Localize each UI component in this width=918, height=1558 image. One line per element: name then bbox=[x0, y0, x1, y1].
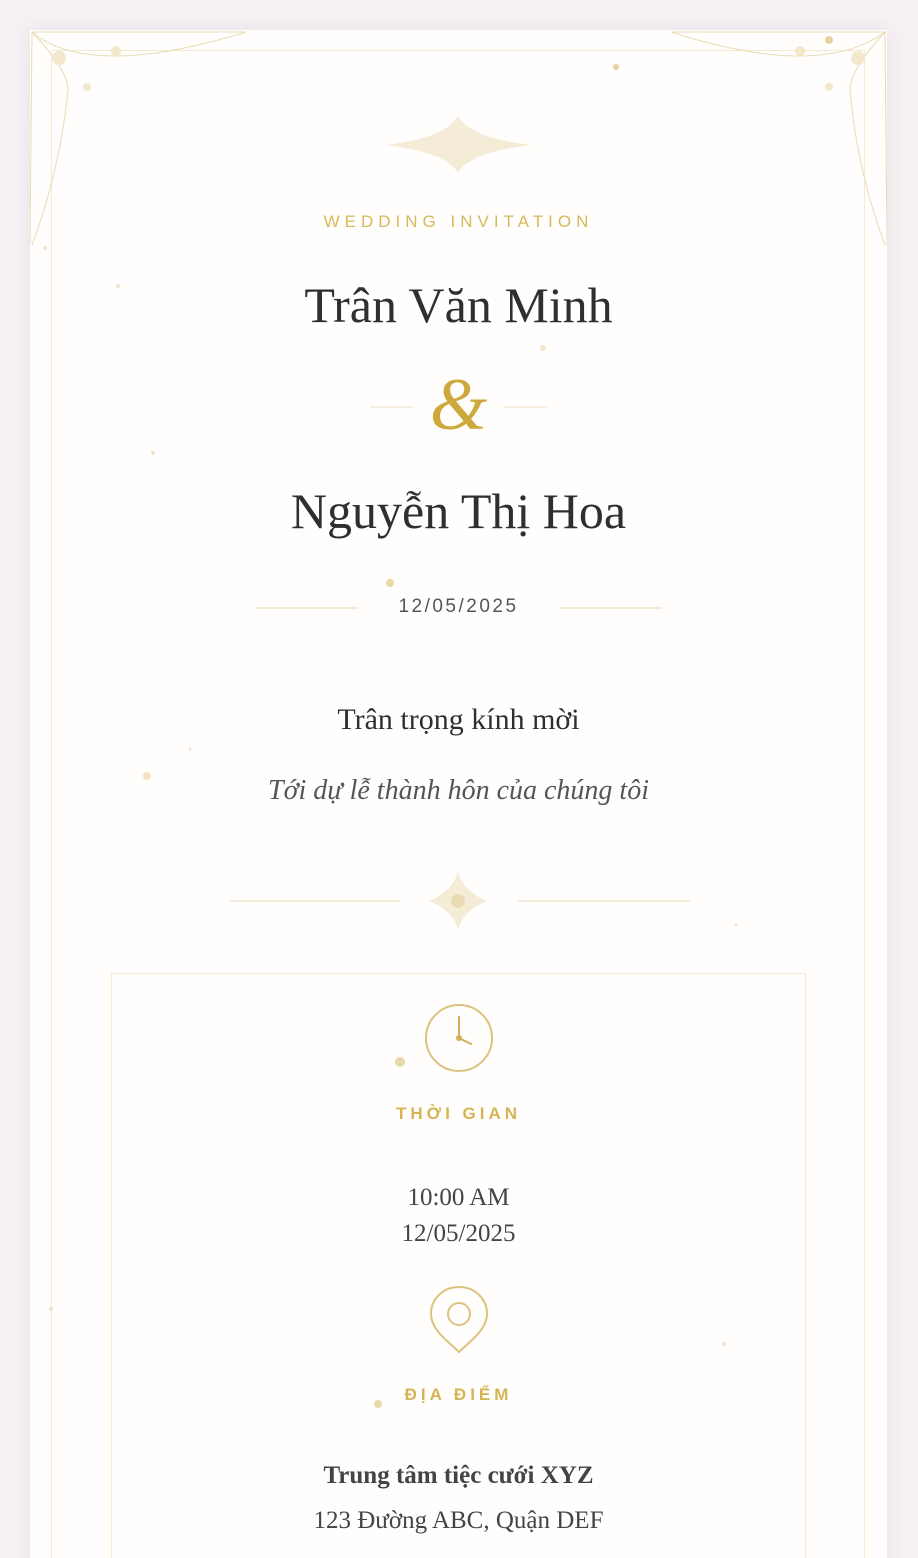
location-section-icon bbox=[30, 1284, 887, 1361]
bride-name: Nguyễn Thị Hoa bbox=[290, 483, 627, 539]
time-section-icon bbox=[30, 1003, 887, 1078]
clock-icon bbox=[424, 1004, 493, 1072]
groom-name: Trân Văn Minh bbox=[304, 277, 613, 333]
event-date: 12/05/2025 bbox=[401, 1220, 516, 1247]
invite-line: Trân trọng kính mời bbox=[337, 703, 580, 736]
ampersand: & bbox=[429, 364, 488, 446]
time-section-title: THỜI GIAN bbox=[395, 1104, 522, 1123]
location-section-title: ĐỊA ĐIỂM bbox=[404, 1385, 513, 1404]
invite-subline: Tới dự lễ thành hôn của chúng tôi bbox=[268, 775, 649, 806]
wedding-date: 12/05/2025 bbox=[398, 596, 519, 617]
location-pin-icon bbox=[429, 1285, 488, 1354]
eyebrow-title: WEDDING INVITATION bbox=[323, 212, 594, 231]
venue-name: Trung tâm tiệc cưới XYZ bbox=[323, 1462, 594, 1489]
event-time: 10:00 AM bbox=[407, 1184, 510, 1211]
invitation-card: WEDDING INVITATION Trân Văn Minh & Nguyễ… bbox=[30, 30, 887, 1558]
venue-address: 123 Đường ABC, Quận DEF bbox=[313, 1507, 604, 1534]
